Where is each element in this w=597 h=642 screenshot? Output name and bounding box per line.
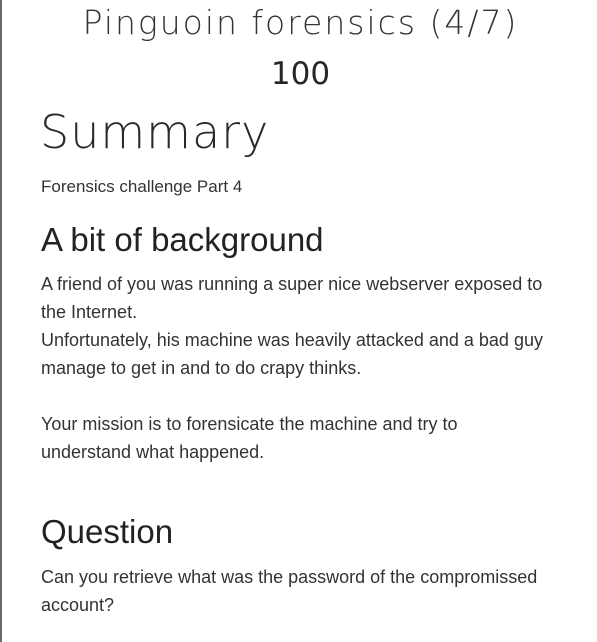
background-line: A friend of you was running a super nice… [41, 274, 543, 294]
background-line: understand what happened. [41, 442, 265, 462]
question-text: Can you retrieve what was the password o… [41, 563, 571, 619]
challenge-name: Pinguoin forensics (4/7) [82, 3, 519, 42]
background-line: Unfortunately, his machine was heavily a… [41, 330, 543, 350]
background-line: manage to get in and to do crapy thinks. [41, 358, 362, 378]
question-line: account? [41, 595, 115, 615]
background-line-blank [41, 382, 571, 410]
question-line: Can you retrieve what was the password o… [41, 567, 538, 587]
summary-heading: Summary [40, 105, 270, 159]
background-description: A friend of you was running a super nice… [41, 270, 571, 466]
background-line: the Internet. [41, 302, 138, 322]
challenge-value: 100 [270, 56, 331, 92]
challenge-modal: Pinguoin forensics (4/7) 100 Summary For… [2, 0, 597, 642]
question-heading: Question [41, 513, 174, 550]
background-line: Your mission is to forensicate the machi… [41, 414, 458, 434]
background-heading: A bit of background [41, 221, 324, 258]
summary-text: Forensics challenge Part 4 [41, 177, 243, 196]
